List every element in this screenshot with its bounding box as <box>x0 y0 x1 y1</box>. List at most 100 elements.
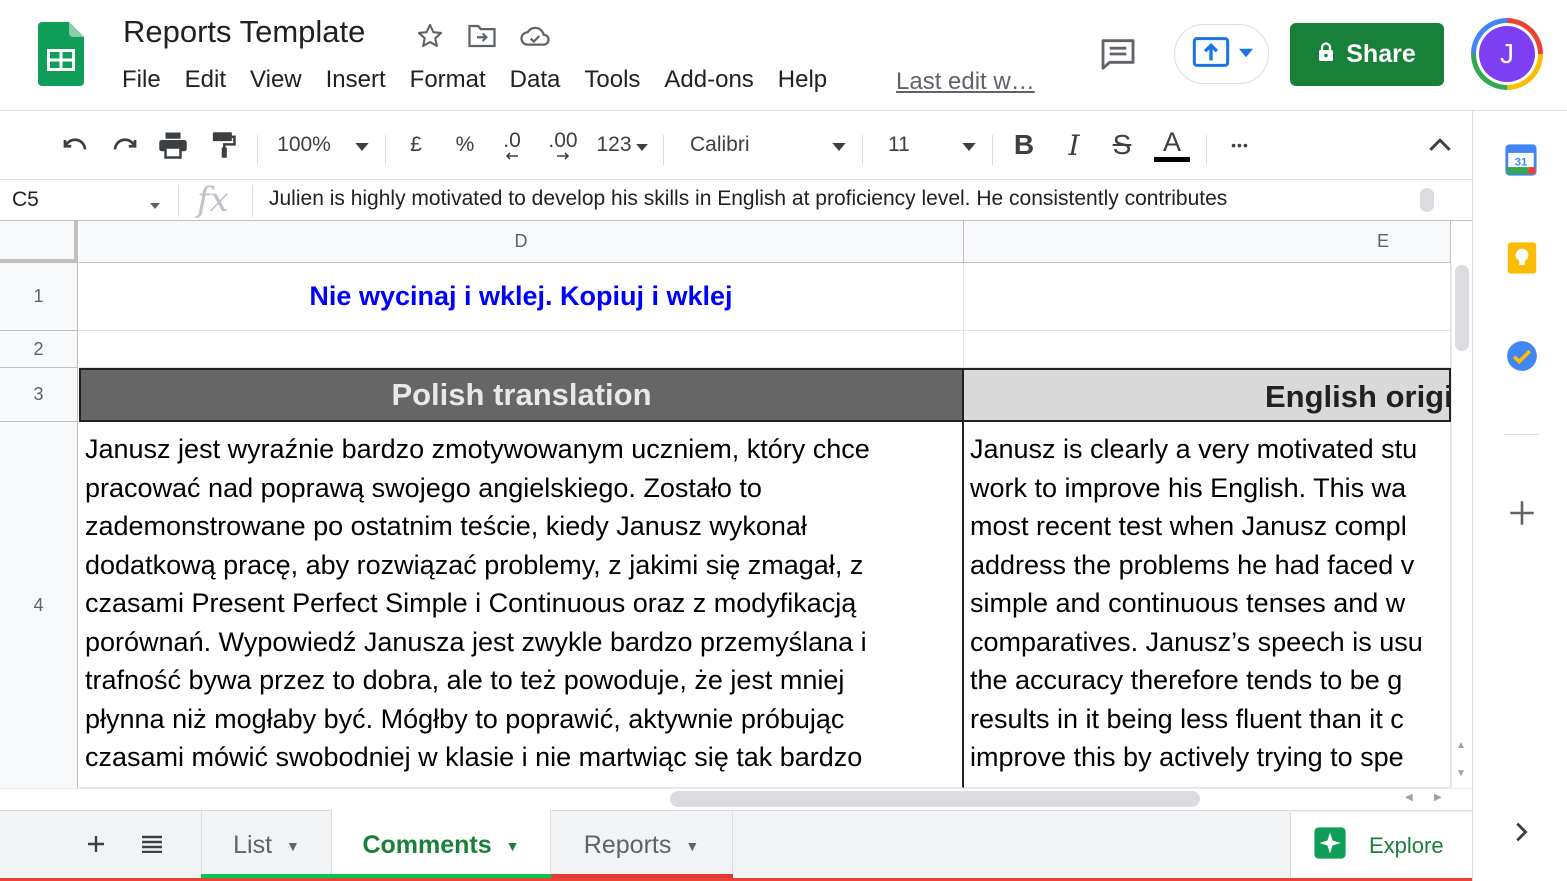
toolbar-separator <box>1206 135 1207 165</box>
toolbar-separator <box>385 135 386 165</box>
print-icon[interactable] <box>155 111 191 179</box>
formula-input[interactable]: Julien is highly motivated to develop hi… <box>269 187 1227 211</box>
last-edit-link[interactable]: Last edit w… <box>896 68 1035 96</box>
menu-edit[interactable]: Edit <box>173 66 238 94</box>
more-formats-button[interactable]: 123 <box>592 111 652 179</box>
strikethrough-button[interactable]: S <box>1106 111 1138 179</box>
zoom-select[interactable]: 100% <box>270 111 376 179</box>
more-options-button[interactable]: ••• <box>1222 111 1258 179</box>
horizontal-scroll-thumb[interactable] <box>670 791 1200 807</box>
scroll-down-arrow-icon[interactable]: ▼ <box>1456 768 1466 779</box>
comment-history-icon[interactable] <box>1098 34 1138 74</box>
menu-view[interactable]: View <box>238 66 314 94</box>
sheet-tab-list[interactable]: List ▼ <box>201 810 332 881</box>
cell-text-line: the accuracy therefore tends to be g <box>970 665 1403 695</box>
percent-format-button[interactable]: % <box>449 111 481 179</box>
decrease-decimal-label: .0 <box>503 128 521 152</box>
select-all-corner[interactable] <box>0 221 78 263</box>
font-size-select[interactable]: 11 <box>888 111 980 179</box>
sheet-tab-comments[interactable]: Comments ▼ <box>332 810 551 881</box>
tasks-icon[interactable] <box>1505 339 1539 373</box>
paint-format-icon[interactable] <box>205 111 241 179</box>
move-to-folder-icon[interactable] <box>466 20 498 52</box>
cell-d1[interactable]: Nie wycinaj i wklej. Kopiuj i wklej <box>79 263 964 331</box>
cell-text-line: pracować nad poprawą swojego angielskieg… <box>85 472 762 503</box>
undo-icon[interactable] <box>56 111 94 179</box>
row-header-3[interactable]: 3 <box>0 368 78 422</box>
menu-file[interactable]: File <box>110 66 173 94</box>
share-label: Share <box>1346 40 1416 68</box>
add-sheet-icon[interactable] <box>80 826 112 862</box>
increase-decimal-button[interactable]: .00 <box>543 111 583 179</box>
formula-bar-separator <box>178 185 179 217</box>
row-header-4[interactable]: 4 <box>0 422 78 788</box>
collapse-toolbar-icon[interactable] <box>1424 111 1456 179</box>
menu-bar: File Edit View Insert Format Data Tools … <box>110 66 839 94</box>
share-button[interactable]: Share <box>1290 23 1444 86</box>
menu-help[interactable]: Help <box>766 66 839 94</box>
cell-e2[interactable] <box>964 331 1451 368</box>
chevron-right-icon[interactable] <box>1512 820 1532 844</box>
chevron-down-icon <box>962 133 976 157</box>
menu-add-ons[interactable]: Add-ons <box>652 66 765 94</box>
menu-tools[interactable]: Tools <box>572 66 652 94</box>
menu-data[interactable]: Data <box>498 66 573 94</box>
cell-d4[interactable]: Janusz jest wyraźnie bardzo zmotywowanym… <box>79 422 964 788</box>
vertical-scroll-thumb[interactable] <box>1455 265 1469 351</box>
explore-button[interactable]: Explore <box>1290 812 1472 880</box>
menu-insert[interactable]: Insert <box>314 66 398 94</box>
name-box-dropdown-icon[interactable] <box>150 196 160 214</box>
cell-text-line: Janusz is clearly a very motivated stu <box>970 434 1418 464</box>
avatar-letter: J <box>1479 26 1535 82</box>
name-box[interactable]: C5 <box>12 188 39 212</box>
row-header-2[interactable]: 2 <box>0 331 78 368</box>
sheet-tab-label: Comments <box>362 831 492 859</box>
bold-button[interactable]: B <box>1008 111 1040 179</box>
cell-text-line: czasami Present Perfect Simple i Continu… <box>85 588 857 618</box>
cell-e4[interactable]: Janusz is clearly a very motivated stu w… <box>964 422 1451 788</box>
chevron-down-icon <box>355 133 369 157</box>
zoom-value: 100% <box>277 133 331 156</box>
explore-icon <box>1313 826 1347 866</box>
column-header-d[interactable]: D <box>79 221 964 263</box>
more-formats-label: 123 <box>596 133 632 156</box>
font-family-value: Calibri <box>690 133 750 156</box>
calendar-icon[interactable]: 31 <box>1504 143 1538 177</box>
present-button[interactable] <box>1174 24 1269 84</box>
sheets-logo-icon[interactable] <box>38 22 84 86</box>
arrow-right-icon <box>556 151 570 160</box>
cell-d3[interactable]: Polish translation <box>79 368 964 422</box>
cell-text-line: work to improve his English. This wa <box>970 472 1407 503</box>
menu-format[interactable]: Format <box>398 66 498 94</box>
fx-icon: fx <box>197 180 229 220</box>
cell-e3[interactable]: English original <box>964 368 1451 422</box>
redo-icon[interactable] <box>106 111 144 179</box>
star-icon[interactable] <box>414 20 446 52</box>
cell-text-line: dodatkową pracę, aby rozwiązać problemy,… <box>85 549 864 580</box>
scroll-right-arrow-icon[interactable]: ▶ <box>1434 792 1442 803</box>
decrease-decimal-button[interactable]: .0 <box>494 111 530 179</box>
keep-icon[interactable] <box>1505 241 1539 275</box>
add-addon-icon[interactable] <box>1509 500 1535 526</box>
font-family-select[interactable]: Calibri <box>690 111 850 179</box>
italic-button[interactable]: I <box>1058 111 1090 179</box>
row-header-1[interactable]: 1 <box>0 263 78 331</box>
scroll-up-arrow-icon[interactable]: ▲ <box>1456 740 1466 751</box>
avatar-ring: J <box>1476 23 1538 85</box>
cloud-saved-icon[interactable] <box>519 20 551 52</box>
account-avatar[interactable]: J <box>1471 18 1543 90</box>
cell-e1[interactable] <box>964 263 1451 331</box>
column-header-e[interactable]: E <box>964 221 1451 263</box>
increase-decimal-label: .00 <box>548 128 578 152</box>
document-title[interactable]: Reports Template <box>123 14 365 50</box>
toolbar: 100% £ % .0 .00 123 Calibri 11 B I S A •… <box>0 111 1472 179</box>
scroll-left-arrow-icon[interactable]: ◀ <box>1405 792 1413 803</box>
currency-format-button[interactable]: £ <box>400 111 432 179</box>
sheet-tab-reports[interactable]: Reports ▼ <box>551 810 733 881</box>
chevron-down-icon: ▼ <box>685 837 700 854</box>
all-sheets-icon[interactable] <box>136 826 168 862</box>
formula-scroll-handle[interactable] <box>1420 188 1434 212</box>
toolbar-separator <box>663 135 664 165</box>
text-color-button[interactable]: A <box>1152 111 1192 179</box>
cell-d2[interactable] <box>79 331 964 368</box>
